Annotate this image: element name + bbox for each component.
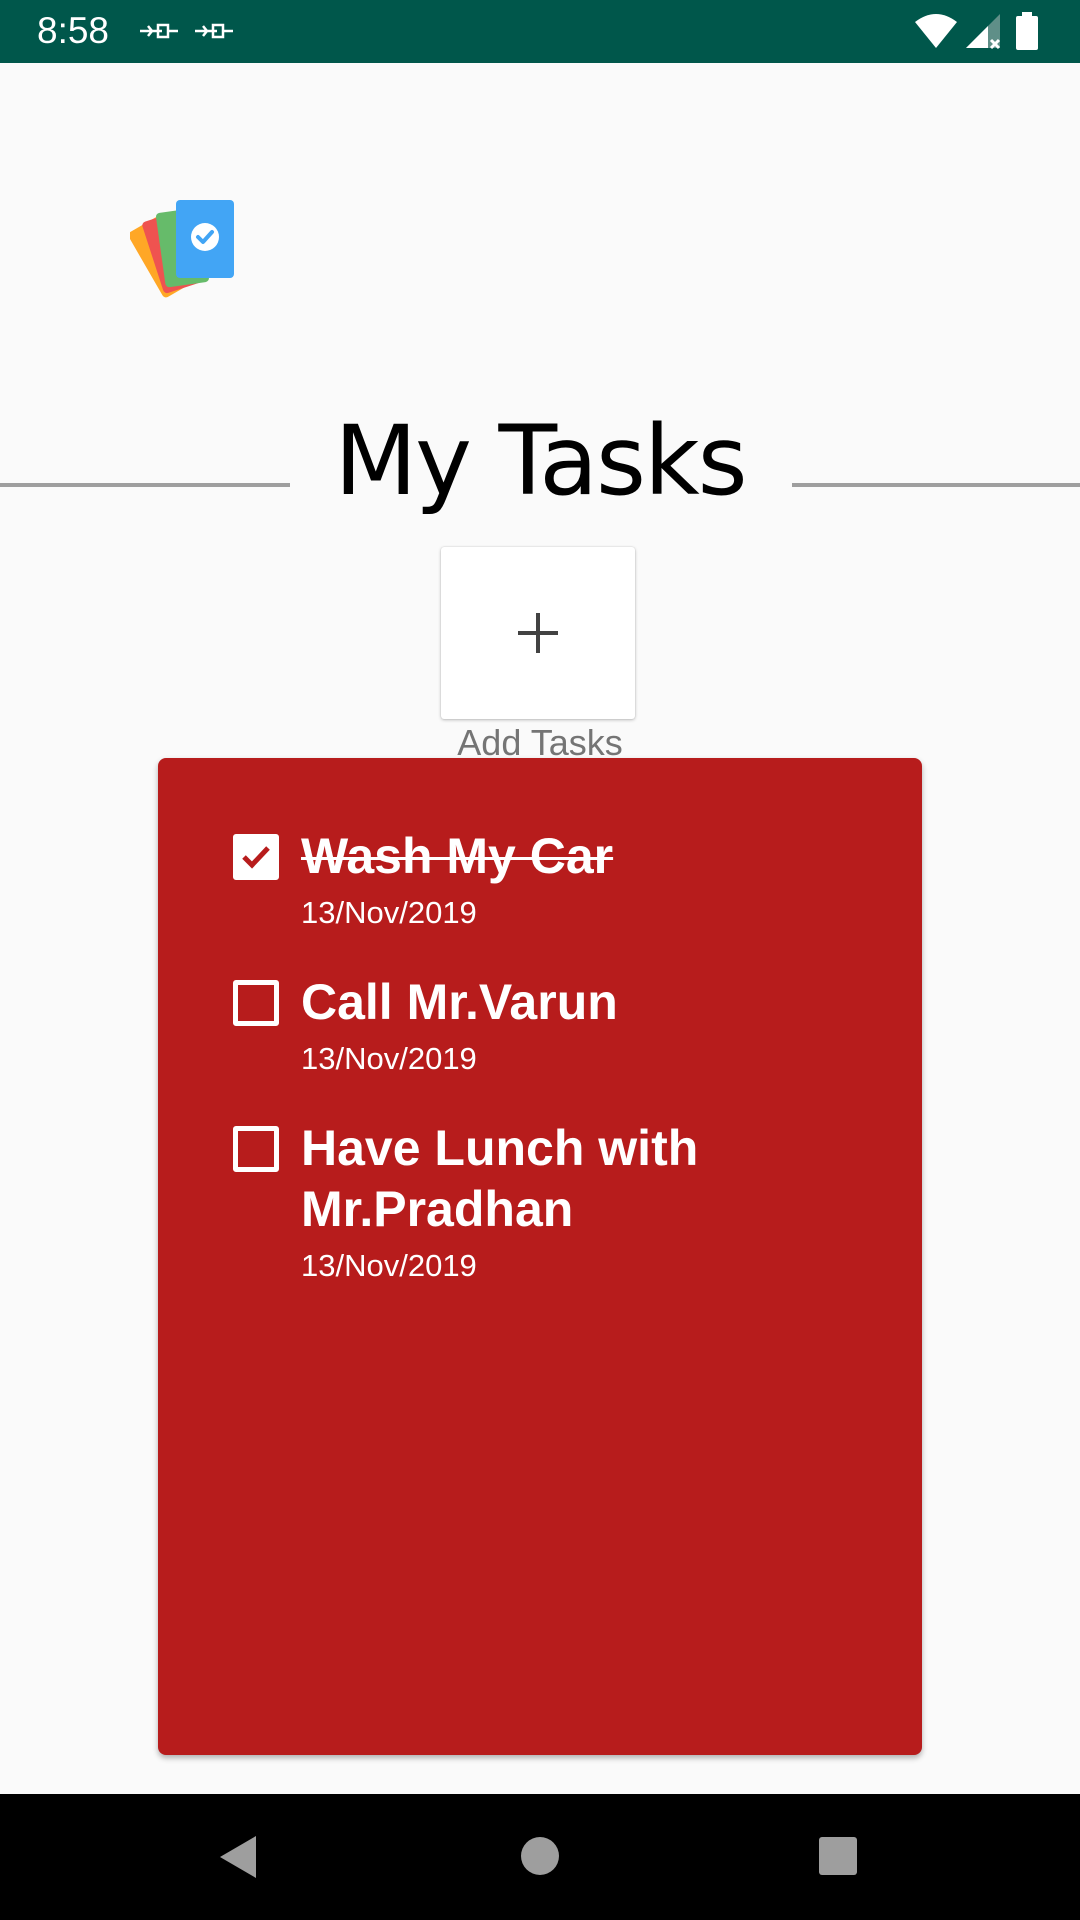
wifi-icon: [915, 14, 957, 48]
task-checkbox[interactable]: [233, 1126, 279, 1172]
plus-icon: [518, 613, 558, 653]
task-title: Call Mr.Varun: [301, 974, 618, 1030]
task-title: Wash My Car: [301, 828, 614, 884]
navigation-bar: [0, 1794, 1080, 1920]
task-date: 13/Nov/2019: [301, 1248, 477, 1283]
cellular-signal-icon: [966, 14, 1001, 50]
add-task-button[interactable]: [441, 547, 635, 719]
back-icon[interactable]: [216, 1834, 260, 1880]
home-icon[interactable]: [520, 1836, 560, 1876]
page-title: My Tasks: [334, 405, 747, 517]
task-checkbox-checked[interactable]: [233, 834, 279, 880]
recents-icon[interactable]: [818, 1836, 858, 1876]
system-status-icons: [914, 12, 1054, 52]
status-time: 8:58: [37, 10, 110, 51]
task-checkbox[interactable]: [233, 980, 279, 1026]
task-cards-logo-icon: [130, 200, 234, 298]
usb-debug-icon: [140, 23, 178, 39]
usb-debug-icon: [195, 23, 233, 39]
battery-icon: [1016, 12, 1038, 50]
task-title: Have Lunch with Mr.Pradhan: [301, 1120, 699, 1237]
status-bar: 8:58: [0, 0, 1080, 63]
checkmark-icon: [242, 846, 270, 869]
task-list-card: Wash My Car 13/Nov/2019 Call Mr.Varun 13…: [158, 758, 922, 1755]
task-date: 13/Nov/2019: [301, 1041, 477, 1076]
task-date: 13/Nov/2019: [301, 895, 477, 930]
